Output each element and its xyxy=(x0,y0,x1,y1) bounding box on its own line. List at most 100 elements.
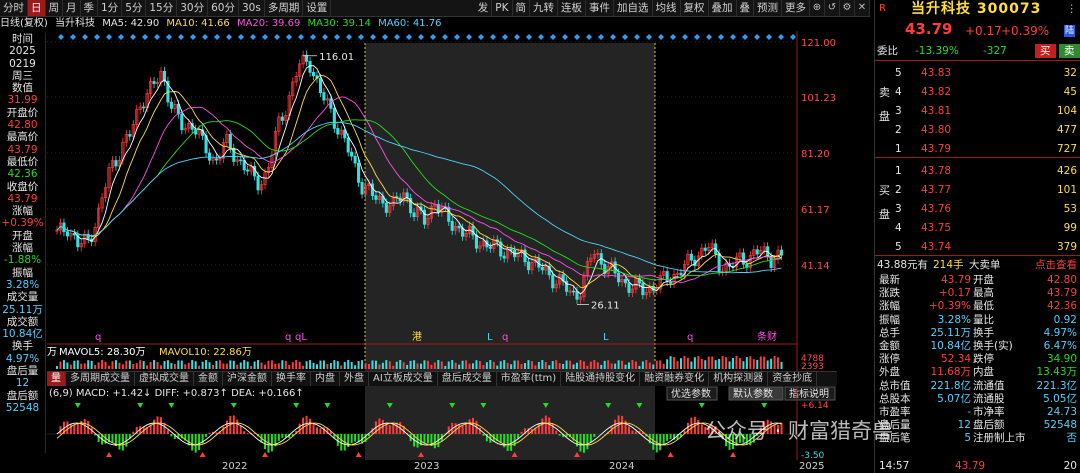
event-marker[interactable] xyxy=(634,34,640,40)
event-marker[interactable] xyxy=(214,34,220,40)
period-tab-4[interactable]: 季 xyxy=(81,0,98,16)
event-marker[interactable] xyxy=(754,34,760,40)
event-marker[interactable] xyxy=(394,34,400,40)
event-marker[interactable] xyxy=(598,34,604,40)
indicator-tab-13[interactable]: 机构探测器 xyxy=(709,372,769,386)
toolbar-tool-0[interactable]: 加自选 xyxy=(614,0,653,16)
event-marker[interactable] xyxy=(694,34,700,40)
period-tab-3[interactable]: 月 xyxy=(63,0,81,16)
event-marker[interactable] xyxy=(550,34,556,40)
period-tab-10[interactable]: 30s xyxy=(239,0,265,16)
event-marker[interactable] xyxy=(70,34,76,40)
event-marker[interactable] xyxy=(58,34,64,40)
more-icon[interactable]: ⋮ xyxy=(1067,2,1078,16)
toolbar-action-5[interactable]: 事件 xyxy=(586,0,614,16)
period-tab-11[interactable]: 多周期 xyxy=(265,0,304,16)
big-order-link[interactable]: 点击查看 xyxy=(1035,258,1077,272)
event-marker[interactable] xyxy=(646,34,652,40)
indicator-tab-6[interactable]: 内盘 xyxy=(311,372,340,386)
indicator-tab-14[interactable]: 资金抄底 xyxy=(768,372,818,386)
event-marker[interactable] xyxy=(250,34,256,40)
event-marker[interactable] xyxy=(346,34,352,40)
event-marker[interactable] xyxy=(718,34,724,40)
event-marker[interactable] xyxy=(358,34,364,40)
event-marker[interactable] xyxy=(442,34,448,40)
event-marker[interactable] xyxy=(382,34,388,40)
chart-marker-7[interactable]: q xyxy=(687,332,693,343)
period-tab-9[interactable]: 60分 xyxy=(208,0,239,16)
chart-marker-4[interactable]: L xyxy=(487,332,493,343)
event-marker[interactable] xyxy=(226,34,232,40)
event-marker[interactable] xyxy=(538,34,544,40)
event-marker[interactable] xyxy=(454,34,460,40)
event-marker[interactable] xyxy=(154,34,160,40)
indicator-tab-3[interactable]: 金额 xyxy=(194,372,223,386)
period-tab-5[interactable]: 1分 xyxy=(98,0,123,16)
event-marker[interactable] xyxy=(238,34,244,40)
indicator-tab-1[interactable]: 多周期成交量 xyxy=(66,372,135,386)
indicator-tab-9[interactable]: 盘后成交量 xyxy=(438,372,497,386)
event-marker[interactable] xyxy=(106,34,112,40)
event-marker[interactable] xyxy=(478,34,484,40)
indicator-tab-11[interactable]: 陆股通持股变化 xyxy=(561,372,641,386)
indicator-tab-10[interactable]: 市盈率(ttm) xyxy=(497,372,562,386)
indicator-tab-5[interactable]: 换手率 xyxy=(272,372,311,386)
event-marker[interactable] xyxy=(766,34,772,40)
event-marker[interactable] xyxy=(370,34,376,40)
event-marker[interactable] xyxy=(298,34,304,40)
toolbar-tool-2[interactable]: 复权 xyxy=(681,0,709,16)
chart-marker-6[interactable]: L xyxy=(603,332,609,343)
event-marker[interactable] xyxy=(706,34,712,40)
event-marker[interactable] xyxy=(166,34,172,40)
period-tab-8[interactable]: 30分 xyxy=(177,0,209,16)
event-marker[interactable] xyxy=(418,34,424,40)
event-marker[interactable] xyxy=(274,34,280,40)
toolbar-tool-5[interactable]: 预测 xyxy=(754,0,782,16)
chart-marker-8[interactable]: 条财 xyxy=(757,330,777,343)
event-marker[interactable] xyxy=(778,34,784,40)
refresh-icon[interactable]: ↺ xyxy=(825,0,840,16)
period-tab-1[interactable]: 日 xyxy=(28,0,46,16)
period-tab-2[interactable]: 周 xyxy=(46,0,63,16)
chart-marker-1[interactable]: q xyxy=(285,332,291,343)
event-marker[interactable] xyxy=(730,34,736,40)
event-marker[interactable] xyxy=(742,34,748,40)
event-marker[interactable] xyxy=(574,34,580,40)
sell-button[interactable]: 卖 xyxy=(1059,44,1080,58)
event-marker[interactable] xyxy=(406,34,412,40)
macd-param-button-1[interactable]: 默认参数 xyxy=(733,387,773,400)
event-marker[interactable] xyxy=(262,34,268,40)
chart-marker-3[interactable]: 港 xyxy=(412,331,422,343)
event-marker[interactable] xyxy=(490,34,496,40)
event-marker[interactable] xyxy=(130,34,136,40)
period-tab-0[interactable]: 分时 xyxy=(0,0,28,16)
event-marker[interactable] xyxy=(202,34,208,40)
event-marker[interactable] xyxy=(586,34,592,40)
macd-param-button-2[interactable]: 指标说明 xyxy=(789,387,829,400)
indicator-tab-7[interactable]: 外盘 xyxy=(340,372,369,386)
event-marker[interactable] xyxy=(514,34,520,40)
event-marker[interactable] xyxy=(610,34,616,40)
toolbar-action-4[interactable]: 连板 xyxy=(558,0,586,16)
event-marker[interactable] xyxy=(322,34,328,40)
event-marker[interactable] xyxy=(310,34,316,40)
event-marker[interactable] xyxy=(790,34,796,40)
zoom-icon[interactable]: ⊕ xyxy=(810,0,825,16)
indicator-tab-8[interactable]: AI立板成交量 xyxy=(369,372,438,386)
indicator-tab-12[interactable]: 融资融券变化 xyxy=(640,372,710,386)
event-marker[interactable] xyxy=(430,34,436,40)
settings-icon[interactable]: ⚙ xyxy=(840,0,855,16)
toolbar-tool-6[interactable]: 更多 xyxy=(782,0,810,16)
event-marker[interactable] xyxy=(334,34,340,40)
event-marker[interactable] xyxy=(658,34,664,40)
event-marker[interactable] xyxy=(682,34,688,40)
event-marker[interactable] xyxy=(286,34,292,40)
buy-button[interactable]: 买 xyxy=(1035,44,1056,58)
toolbar-tool-1[interactable]: 均线 xyxy=(653,0,681,16)
indicator-tab-4[interactable]: 沪深金额 xyxy=(223,372,272,386)
toolbar-tool-3[interactable]: 叠加 xyxy=(709,0,737,16)
event-marker[interactable] xyxy=(142,34,148,40)
toolbar-action-2[interactable]: 简 xyxy=(513,0,530,16)
chart-marker-2[interactable]: qL xyxy=(295,332,307,343)
event-marker[interactable] xyxy=(562,34,568,40)
